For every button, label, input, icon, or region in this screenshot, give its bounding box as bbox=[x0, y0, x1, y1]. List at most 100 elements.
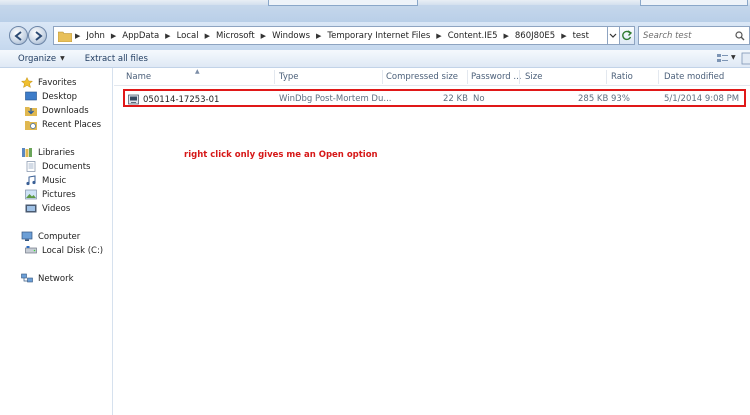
breadcrumb-label: test bbox=[572, 30, 589, 41]
nav-favorites-label: Favorites bbox=[38, 77, 77, 88]
nav-item-videos[interactable]: Videos bbox=[25, 203, 70, 214]
background-window-edge-right bbox=[640, 0, 748, 6]
sort-ascending-icon: ▲ bbox=[195, 68, 200, 75]
chevron-right-icon: ▶ bbox=[204, 31, 210, 40]
nav-item-label: Documents bbox=[42, 161, 91, 172]
nav-computer-label: Computer bbox=[38, 231, 81, 242]
search-input[interactable]: Search test bbox=[638, 26, 750, 45]
forward-button[interactable] bbox=[28, 26, 47, 45]
star-icon bbox=[21, 77, 33, 88]
file-date-modified: 5/1/2014 9:08 PM bbox=[664, 94, 740, 104]
help-icon[interactable] bbox=[740, 52, 750, 65]
folder-icon bbox=[58, 31, 72, 42]
nav-item-local-disk[interactable]: Local Disk (C:) bbox=[25, 245, 103, 256]
file-size: 285 KB bbox=[578, 94, 609, 104]
nav-item-music[interactable]: Music bbox=[25, 175, 66, 186]
annotation-text: right click only gives me an Open option bbox=[184, 150, 378, 160]
nav-favorites[interactable]: Favorites bbox=[21, 77, 76, 88]
nav-libraries[interactable]: Libraries bbox=[21, 147, 75, 158]
computer-icon bbox=[21, 231, 33, 241]
nav-item-label: Downloads bbox=[42, 105, 89, 116]
search-icon bbox=[735, 31, 745, 41]
breadcrumb-item[interactable]: Windows ▶ bbox=[272, 31, 327, 41]
address-bar[interactable]: ▶ John ▶ AppData ▶ Local ▶ Microsoft ▶ Windo… bbox=[53, 26, 608, 45]
back-button[interactable] bbox=[9, 26, 28, 45]
libraries-icon bbox=[22, 148, 32, 157]
desktop-icon bbox=[25, 91, 37, 101]
nav-network-label: Network bbox=[38, 273, 74, 284]
chevron-right-icon: ▶ bbox=[165, 31, 171, 40]
back-arrow-icon bbox=[14, 31, 22, 41]
recent-places-icon bbox=[25, 121, 37, 130]
view-options-dropdown[interactable]: ▼ bbox=[731, 54, 736, 61]
dump-file-icon bbox=[128, 94, 139, 105]
file-list-pane: ▲ Name Type Compressed size Password ...… bbox=[114, 68, 750, 415]
breadcrumb-label: Content.IE5 bbox=[447, 30, 498, 41]
column-size[interactable]: Size bbox=[525, 72, 542, 82]
nav-item-downloads[interactable]: Downloads bbox=[25, 105, 89, 116]
breadcrumb-label: Local bbox=[176, 30, 199, 41]
file-name-cell[interactable]: 050114-17253-01 bbox=[128, 94, 219, 105]
nav-item-label: Music bbox=[42, 175, 67, 186]
documents-icon bbox=[26, 161, 36, 172]
breadcrumb-label: AppData bbox=[122, 30, 160, 41]
chevron-right-icon: ▶ bbox=[260, 31, 267, 40]
nav-item-label: Recent Places bbox=[42, 119, 102, 130]
organize-button[interactable]: Organize ▼ bbox=[18, 54, 65, 64]
breadcrumb-item[interactable]: Microsoft ▶ bbox=[216, 31, 272, 41]
breadcrumb-label: Windows bbox=[272, 30, 311, 41]
column-divider[interactable] bbox=[519, 70, 520, 84]
nav-item-desktop[interactable]: Desktop bbox=[25, 91, 77, 102]
column-type[interactable]: Type bbox=[279, 72, 299, 82]
nav-item-documents[interactable]: Documents bbox=[25, 161, 90, 172]
breadcrumb-item[interactable]: Temporary Internet Files ▶ bbox=[327, 31, 447, 41]
videos-icon bbox=[25, 204, 37, 213]
breadcrumb-label: Microsoft bbox=[215, 30, 255, 41]
chevron-down-icon: ▼ bbox=[60, 55, 65, 62]
breadcrumb-item[interactable]: Content.IE5 ▶ bbox=[448, 31, 515, 41]
command-toolbar: Organize ▼ Extract all files ▼ bbox=[0, 50, 750, 68]
nav-libraries-label: Libraries bbox=[38, 147, 75, 158]
breadcrumb-item[interactable]: test bbox=[573, 31, 589, 41]
file-row[interactable]: 050114-17253-01 WinDbg Post-Mortem Du...… bbox=[123, 89, 746, 107]
nav-item-label: Videos bbox=[42, 203, 71, 214]
refresh-button[interactable] bbox=[619, 26, 635, 45]
breadcrumb-root-chevron[interactable]: ▶ bbox=[75, 32, 80, 40]
extract-all-button[interactable]: Extract all files bbox=[85, 54, 148, 64]
breadcrumb-label: John bbox=[86, 30, 105, 41]
column-divider[interactable] bbox=[658, 70, 659, 84]
address-row: ▶ John ▶ AppData ▶ Local ▶ Microsoft ▶ Windo… bbox=[0, 22, 750, 50]
chevron-right-icon: ▶ bbox=[503, 31, 509, 40]
nav-computer[interactable]: Computer bbox=[21, 231, 80, 242]
navigation-pane: Favorites Desktop Downloads Recent Place… bbox=[0, 68, 113, 415]
nav-item-pictures[interactable]: Pictures bbox=[25, 189, 76, 200]
column-divider[interactable] bbox=[382, 70, 383, 84]
file-compressed-size: 22 KB bbox=[443, 94, 468, 104]
chevron-right-icon: ▶ bbox=[316, 31, 322, 40]
column-compressed-size[interactable]: Compressed size bbox=[386, 72, 458, 82]
column-divider[interactable] bbox=[606, 70, 607, 84]
forward-arrow-icon bbox=[35, 31, 43, 41]
chevron-right-icon: ▶ bbox=[436, 31, 442, 40]
view-options-icon[interactable] bbox=[716, 52, 730, 65]
column-ratio[interactable]: Ratio bbox=[611, 72, 633, 82]
file-name: 050114-17253-01 bbox=[143, 94, 220, 105]
breadcrumb-label: Temporary Internet Files bbox=[327, 30, 431, 41]
music-icon bbox=[26, 175, 36, 186]
breadcrumb-item[interactable]: 860J80E5 ▶ bbox=[515, 31, 573, 41]
column-date-modified[interactable]: Date modified bbox=[664, 72, 724, 82]
nav-network[interactable]: Network bbox=[21, 273, 74, 284]
file-password: No bbox=[473, 94, 485, 104]
nav-item-label: Local Disk (C:) bbox=[42, 245, 104, 256]
breadcrumb-item[interactable]: AppData ▶ bbox=[122, 31, 176, 41]
column-password[interactable]: Password ... bbox=[471, 72, 522, 82]
nav-item-recent-places[interactable]: Recent Places bbox=[25, 119, 101, 130]
breadcrumb-item[interactable]: Local ▶ bbox=[177, 31, 216, 41]
chevron-right-icon: ▶ bbox=[561, 31, 567, 40]
breadcrumb-item[interactable]: John ▶ bbox=[86, 31, 122, 41]
column-divider[interactable] bbox=[467, 70, 468, 84]
column-divider[interactable] bbox=[274, 70, 275, 84]
chevron-right-icon: ▶ bbox=[110, 31, 117, 40]
column-name[interactable]: Name bbox=[126, 72, 151, 82]
nav-item-label: Desktop bbox=[42, 91, 78, 102]
